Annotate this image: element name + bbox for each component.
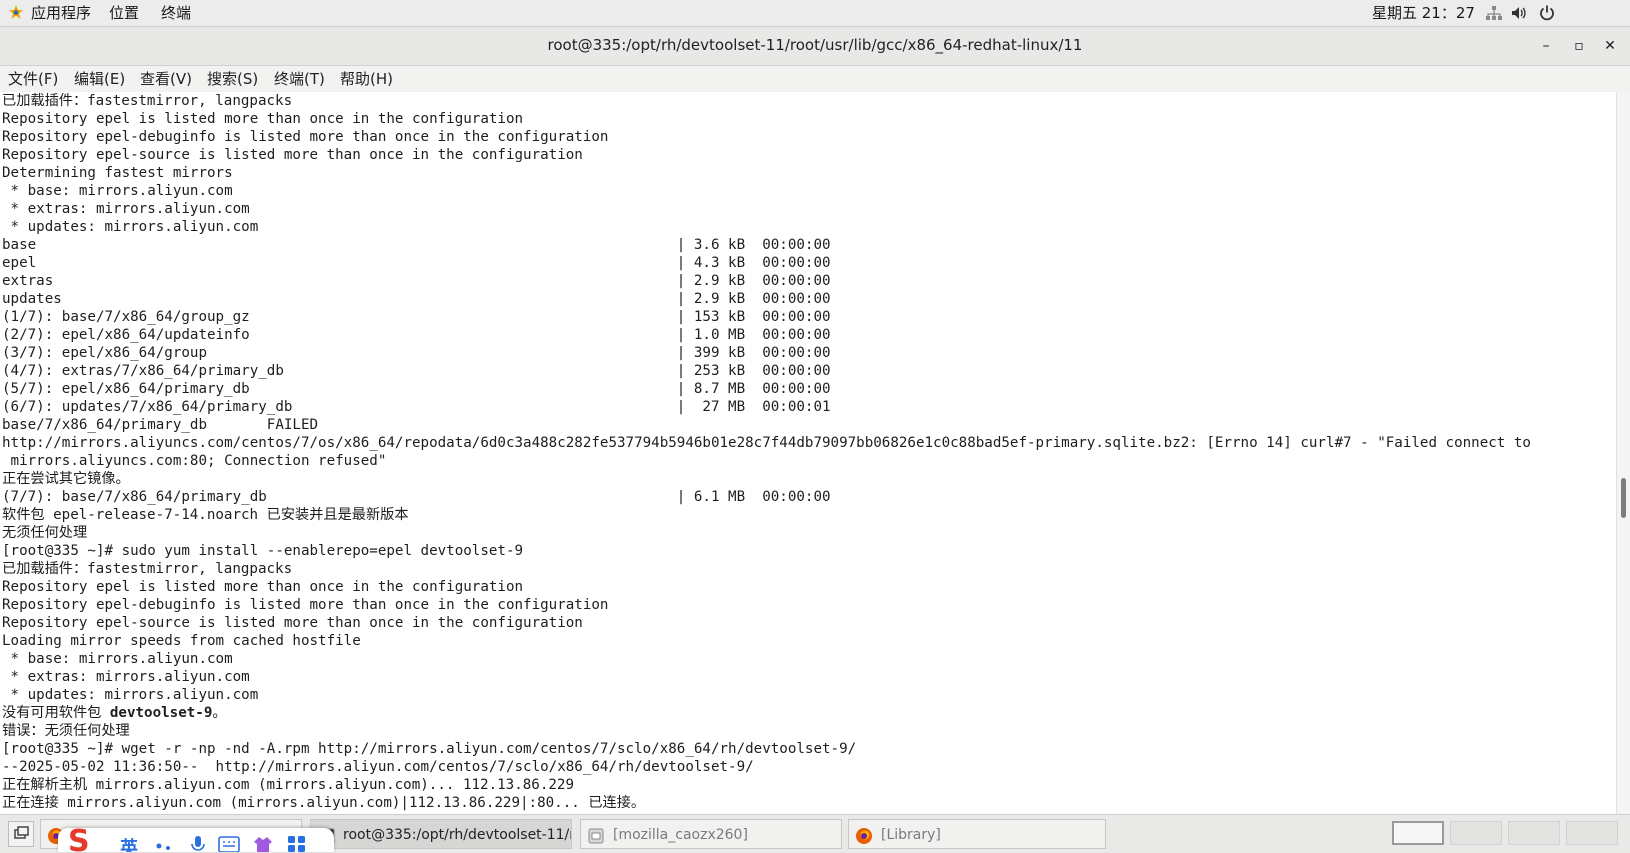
- task-file-manager[interactable]: [mozilla_caozx260]: [580, 819, 842, 849]
- terminal-line: --2025-05-02 11:36:50-- http://mirrors.a…: [2, 759, 754, 775]
- menu-edit[interactable]: 编辑(E): [74, 69, 125, 89]
- package-name: devtoolset-9: [109, 705, 213, 721]
- terminal-line: base/7/x86_64/primary_db FAILED: [2, 417, 319, 433]
- close-button[interactable]: ✕: [1599, 35, 1621, 57]
- applications-icon: [8, 4, 24, 20]
- terminal-line: (2/7): epel/x86_64/updateinfo | 1.0 MB 0…: [2, 327, 831, 343]
- terminal-line: Repository epel-source is listed more th…: [2, 615, 583, 631]
- terminal-line: (4/7): extras/7/x86_64/primary_db | 253 …: [2, 363, 831, 379]
- terminal-line: (5/7): epel/x86_64/primary_db | 8.7 MB 0…: [2, 381, 831, 397]
- terminal-line: epel | 4.3 kB 00:00:00: [2, 255, 831, 271]
- network-icon[interactable]: [1485, 5, 1503, 21]
- ime-punctuation-icon[interactable]: [154, 838, 176, 852]
- menu-terminal[interactable]: 终端(T): [274, 69, 325, 89]
- terminal-line: * updates: mirrors.aliyun.com: [2, 687, 259, 703]
- terminal-line: (3/7): epel/x86_64/group | 399 kB 00:00:…: [2, 345, 831, 361]
- terminal-line: base | 3.6 kB 00:00:00: [2, 237, 831, 253]
- terminal-line: 软件包 epel-release-7-14.noarch 已安装并且是最新版本: [2, 507, 409, 523]
- terminal-line: 已加载插件：fastestmirror, langpacks: [2, 93, 293, 109]
- ime-toolbar[interactable]: S 英: [58, 828, 334, 852]
- terminal-line: mirrors.aliyuncs.com:80; Connection refu…: [2, 453, 387, 469]
- terminal-line: * extras: mirrors.aliyun.com: [2, 201, 250, 217]
- task-label: root@335:/opt/rh/devtoolset-11/r...: [343, 827, 572, 843]
- terminal-line: Repository epel is listed more than once…: [2, 111, 524, 127]
- places-menu[interactable]: 位置: [109, 3, 139, 23]
- workspace-4[interactable]: [1566, 821, 1618, 845]
- terminal-line: extras | 2.9 kB 00:00:00: [2, 273, 831, 289]
- maximize-button[interactable]: ▫: [1568, 35, 1590, 57]
- terminal-output[interactable]: 已加载插件：fastestmirror, langpacks Repository…: [0, 92, 1616, 814]
- volume-icon[interactable]: [1511, 5, 1529, 21]
- terminal-app-menu[interactable]: 终端: [161, 3, 191, 23]
- terminal-line: 无须任何处理: [2, 525, 88, 541]
- terminal-line: * base: mirrors.aliyun.com: [2, 651, 233, 667]
- terminal-line: [root@335 ~]# wget -r -np -nd -A.rpm htt…: [2, 741, 857, 757]
- power-icon[interactable]: [1538, 4, 1556, 22]
- terminal-line: 错误：无须任何处理: [2, 723, 130, 739]
- task-label: [mozilla_caozx260]: [613, 827, 748, 843]
- terminal-text: 没有可用软件包: [2, 705, 110, 721]
- menu-file[interactable]: 文件(F): [8, 69, 58, 89]
- terminal-line: (6/7): updates/7/x86_64/primary_db | 27 …: [2, 399, 831, 415]
- minimize-button[interactable]: –: [1535, 35, 1557, 57]
- workspace-1[interactable]: [1392, 821, 1444, 845]
- menu-search[interactable]: 搜索(S): [207, 69, 258, 89]
- terminal-line: Repository epel-debuginfo is listed more…: [2, 597, 609, 613]
- scrollbar[interactable]: [1616, 92, 1630, 814]
- terminal-line: * base: mirrors.aliyun.com: [2, 183, 233, 199]
- terminal-line: 正在解析主机 mirrors.aliyun.com (mirrors.aliyu…: [2, 777, 574, 793]
- terminal-line: Determining fastest mirrors: [2, 165, 233, 181]
- terminal-line: Repository epel-source is listed more th…: [2, 147, 583, 163]
- ime-logo: S: [68, 828, 90, 852]
- ime-keyboard-icon[interactable]: [218, 836, 240, 852]
- menu-bar: 文件(F) 编辑(E) 查看(V) 搜索(S) 终端(T) 帮助(H): [0, 66, 1630, 93]
- terminal-line: http://mirrors.aliyuncs.com/centos/7/os/…: [2, 435, 1531, 451]
- task-terminal[interactable]: root@335:/opt/rh/devtoolset-11/r...: [310, 819, 572, 849]
- file-manager-icon: [587, 826, 605, 844]
- terminal-line: 没有可用软件包 devtoolset-9。: [2, 704, 227, 722]
- ime-voice-icon[interactable]: [188, 834, 208, 852]
- terminal-line: 正在尝试其它镜像。: [2, 471, 130, 487]
- ime-skin-icon[interactable]: [252, 834, 274, 852]
- task-firefox-library[interactable]: [Library]: [848, 819, 1106, 849]
- ime-language-toggle[interactable]: 英: [120, 834, 138, 852]
- terminal-line: (7/7): base/7/x86_64/primary_db | 6.1 MB…: [2, 489, 831, 505]
- terminal-line: (1/7): base/7/x86_64/group_gz | 153 kB 0…: [2, 309, 831, 325]
- terminal-line: Repository epel is listed more than once…: [2, 579, 524, 595]
- menu-view[interactable]: 查看(V): [140, 69, 192, 89]
- window-titlebar[interactable]: root@335:/opt/rh/devtoolset-11/root/usr/…: [0, 27, 1630, 66]
- task-label: [Library]: [881, 827, 941, 843]
- terminal-text: 。: [212, 705, 227, 721]
- workspace-2[interactable]: [1450, 821, 1502, 845]
- terminal-line: 正在连接 mirrors.aliyun.com (mirrors.aliyun.…: [2, 795, 646, 811]
- terminal-line: * extras: mirrors.aliyun.com: [2, 669, 250, 685]
- firefox-icon: [855, 826, 873, 844]
- ime-tools-icon[interactable]: [286, 834, 308, 852]
- menu-help[interactable]: 帮助(H): [340, 69, 393, 89]
- top-panel: 应用程序 位置 终端 星期五 21：27: [0, 0, 1630, 27]
- window-title: root@335:/opt/rh/devtoolset-11/root/usr/…: [547, 36, 1083, 54]
- terminal-line: * updates: mirrors.aliyun.com: [2, 219, 259, 235]
- terminal-line: Repository epel-debuginfo is listed more…: [2, 129, 609, 145]
- clock[interactable]: 星期五 21：27: [1372, 3, 1475, 23]
- terminal-line: 已加载插件：fastestmirror, langpacks: [2, 561, 293, 577]
- scrollbar-thumb[interactable]: [1621, 478, 1626, 518]
- workspace-3[interactable]: [1508, 821, 1560, 845]
- terminal-line: [root@335 ~]# sudo yum install --enabler…: [2, 543, 524, 559]
- terminal-line: Loading mirror speeds from cached hostfi…: [2, 633, 361, 649]
- applications-menu[interactable]: 应用程序: [31, 3, 91, 23]
- terminal-line: updates | 2.9 kB 00:00:00: [2, 291, 831, 307]
- show-desktop-button[interactable]: [8, 821, 34, 847]
